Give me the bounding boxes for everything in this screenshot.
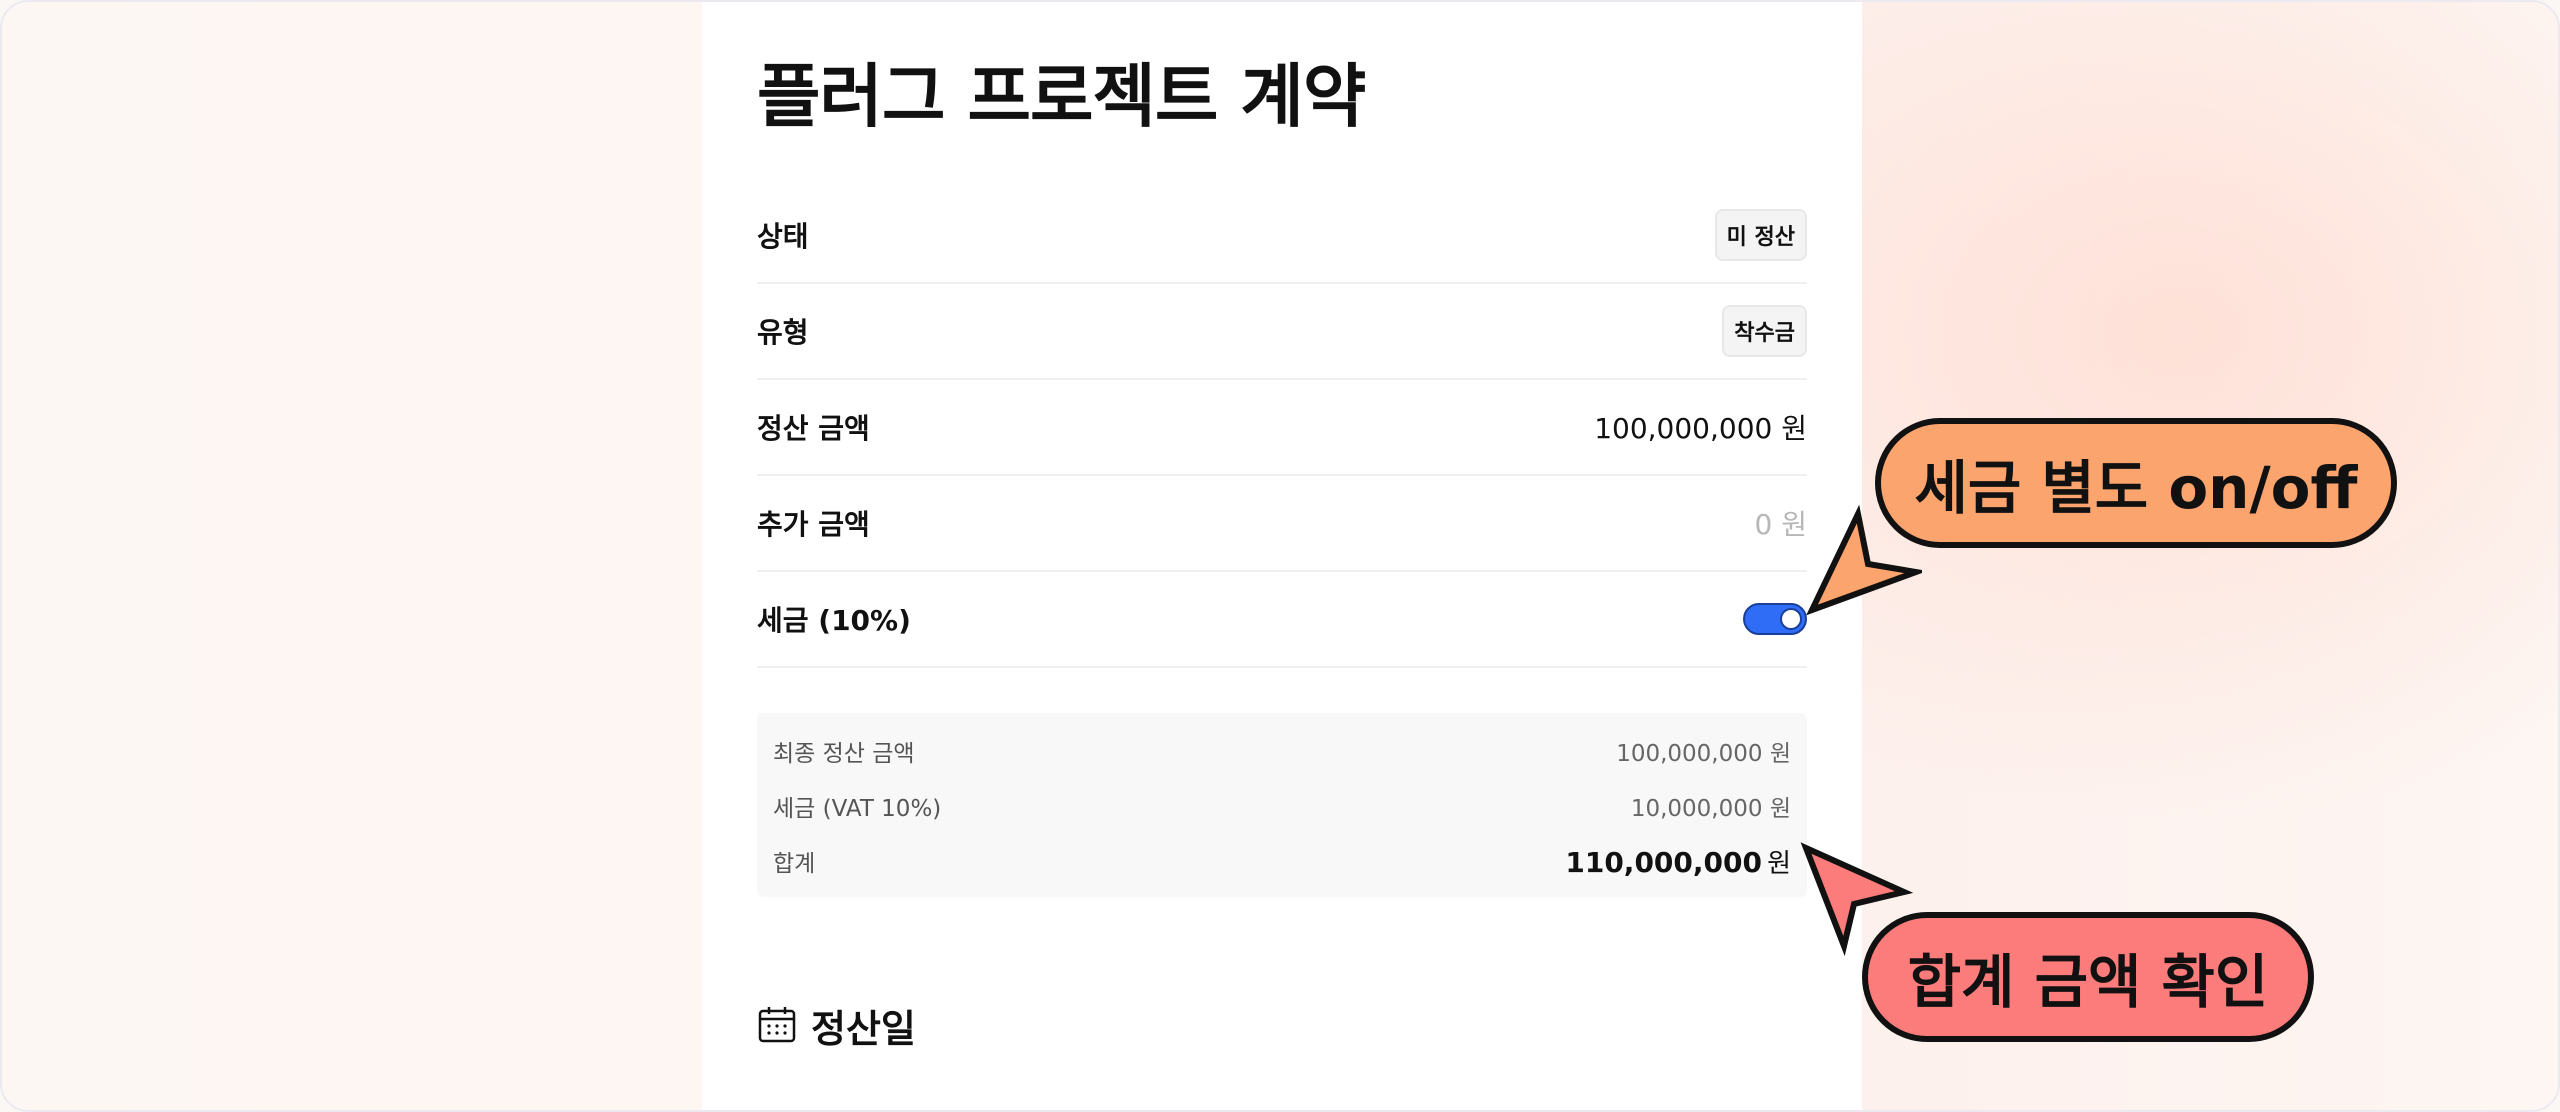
summary-final-value: 100,000,000 <box>1616 741 1763 767</box>
settlement-date-section: 정산일 <box>757 998 916 1053</box>
summary-final-row: 최종 정산 금액 100,000,000 원 <box>773 731 1791 771</box>
total-check-callout: 합계 금액 확인 <box>1862 912 2314 1042</box>
summary-final-label: 최종 정산 금액 <box>773 741 915 767</box>
additional-amount-label: 추가 금액 <box>757 508 870 541</box>
status-label: 상태 <box>757 220 809 253</box>
type-badge[interactable]: 착수금 <box>1722 305 1807 357</box>
type-row: 유형 착수금 <box>757 284 1807 380</box>
settlement-amount-label: 정산 금액 <box>757 412 870 445</box>
summary-total-label: 합계 <box>773 851 816 877</box>
summary-total-unit: 원 <box>1767 848 1791 879</box>
toggle-knob <box>1780 608 1802 630</box>
type-label: 유형 <box>757 316 809 349</box>
settlement-date-title: 정산일 <box>811 1007 916 1051</box>
additional-amount-row: 추가 금액 0 원 <box>757 476 1807 572</box>
settlement-summary: 최종 정산 금액 100,000,000 원 세금 (VAT 10%) 10,0… <box>757 713 1807 897</box>
additional-amount-input[interactable]: 0 원 <box>1755 503 1807 543</box>
tax-row: 세금 (10%) <box>757 572 1807 668</box>
summary-final-unit: 원 <box>1769 741 1791 767</box>
status-badge[interactable]: 미 정산 <box>1714 209 1807 261</box>
settlement-amount-value[interactable]: 100,000,000 원 <box>1594 407 1807 447</box>
calendar-icon <box>757 1004 797 1048</box>
summary-vat-unit: 원 <box>1769 796 1791 822</box>
status-row: 상태 미 정산 <box>757 188 1807 284</box>
page-title: 플러그 프로젝트 계약 <box>757 57 1366 137</box>
summary-vat-value: 10,000,000 <box>1630 796 1763 822</box>
settlement-amount-row: 정산 금액 100,000,000 원 <box>757 380 1807 476</box>
tax-toggle-callout: 세금 별도 on/off <box>1875 418 2397 548</box>
tax-toggle[interactable] <box>1743 603 1807 635</box>
summary-total-row: 합계 110,000,000 원 <box>773 841 1791 881</box>
summary-vat-row: 세금 (VAT 10%) 10,000,000 원 <box>773 786 1791 826</box>
summary-total-value: 110,000,000 <box>1565 845 1762 879</box>
contract-detail-panel: 플러그 프로젝트 계약 상태 미 정산 유형 착수금 정산 금액 100,000… <box>702 2 1862 1110</box>
summary-vat-label: 세금 (VAT 10%) <box>773 796 942 822</box>
background-frame: 플러그 프로젝트 계약 상태 미 정산 유형 착수금 정산 금액 100,000… <box>0 0 2560 1112</box>
tax-label: 세금 (10%) <box>757 604 911 637</box>
